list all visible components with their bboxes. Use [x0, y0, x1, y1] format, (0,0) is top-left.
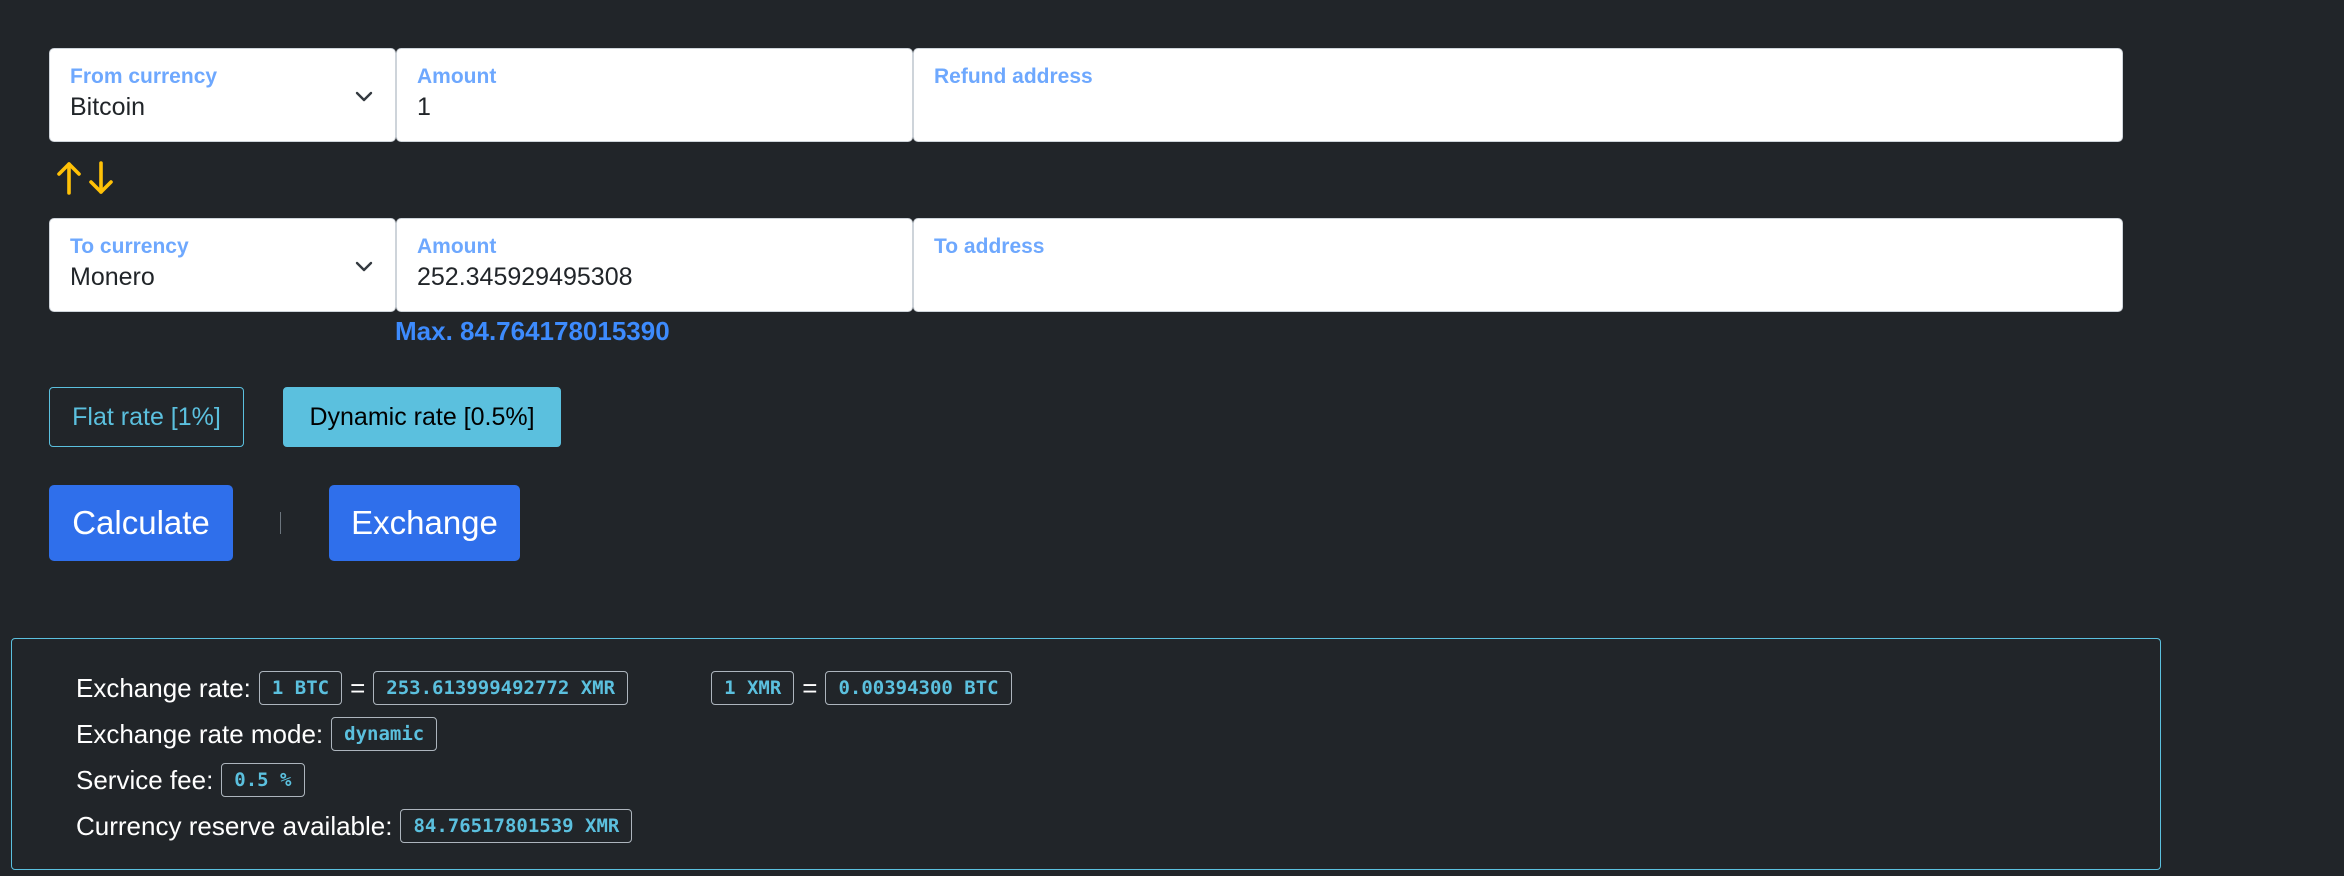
from-amount-value: 1 — [417, 93, 431, 121]
from-currency-value: Bitcoin — [70, 93, 146, 121]
swap-arrows-icon[interactable] — [55, 160, 117, 196]
exchange-rate-label: Exchange rate: — [76, 672, 251, 703]
to-amount-label: Amount — [417, 235, 497, 258]
exchange-page: From currency Bitcoin Amount 1 Refund ad… — [0, 0, 2344, 876]
from-currency-select[interactable]: From currency Bitcoin — [49, 48, 396, 142]
exchange-info-panel: Exchange rate: 1 BTC = 253.613999492772 … — [11, 638, 2161, 870]
equals-sign: = — [350, 672, 366, 703]
to-amount-input[interactable]: Amount 252.345929495308 — [396, 218, 913, 312]
refund-address-label: Refund address — [934, 65, 1093, 88]
button-divider — [280, 512, 281, 534]
reserve-row: Currency reserve available: 84.765178015… — [76, 809, 633, 843]
rate-mode-badge: dynamic — [331, 717, 438, 751]
chevron-down-icon — [355, 261, 373, 272]
from-currency-label: From currency — [70, 65, 218, 88]
to-address-input[interactable]: To address — [913, 218, 2123, 312]
chevron-down-icon — [355, 91, 373, 102]
equals-sign: = — [802, 672, 818, 703]
dynamic-rate-button[interactable]: Dynamic rate [0.5%] — [283, 387, 561, 447]
rate-from-badge: 1 BTC — [258, 671, 343, 705]
rate-mode-row: Exchange rate mode: dynamic — [76, 717, 438, 751]
flat-rate-button[interactable]: Flat rate [1%] — [49, 387, 244, 447]
rate-mode-label: Exchange rate mode: — [76, 718, 324, 749]
service-fee-label: Service fee: — [76, 764, 214, 795]
from-amount-input[interactable]: Amount 1 — [396, 48, 913, 142]
exchange-rate-row: Exchange rate: 1 BTC = 253.613999492772 … — [76, 671, 1012, 705]
to-currency-select[interactable]: To currency Monero — [49, 218, 396, 312]
calculate-button[interactable]: Calculate — [49, 485, 233, 561]
rate-to-badge: 253.613999492772 XMR — [373, 671, 629, 705]
reserve-badge: 84.76517801539 XMR — [400, 809, 633, 843]
to-currency-label: To currency — [70, 235, 189, 258]
inverse-rate-to-badge: 0.00394300 BTC — [825, 671, 1012, 705]
inverse-rate-from-badge: 1 XMR — [711, 671, 795, 705]
from-amount-label: Amount — [417, 65, 497, 88]
service-fee-row: Service fee: 0.5 % — [76, 763, 305, 797]
to-address-label: To address — [934, 235, 1045, 258]
refund-address-input[interactable]: Refund address — [913, 48, 2123, 142]
to-currency-value: Monero — [70, 263, 155, 291]
exchange-button[interactable]: Exchange — [329, 485, 520, 561]
service-fee-badge: 0.5 % — [221, 763, 305, 797]
max-amount-link[interactable]: Max. 84.764178015390 — [395, 316, 670, 347]
reserve-label: Currency reserve available: — [76, 810, 393, 841]
to-amount-value: 252.345929495308 — [417, 263, 633, 291]
